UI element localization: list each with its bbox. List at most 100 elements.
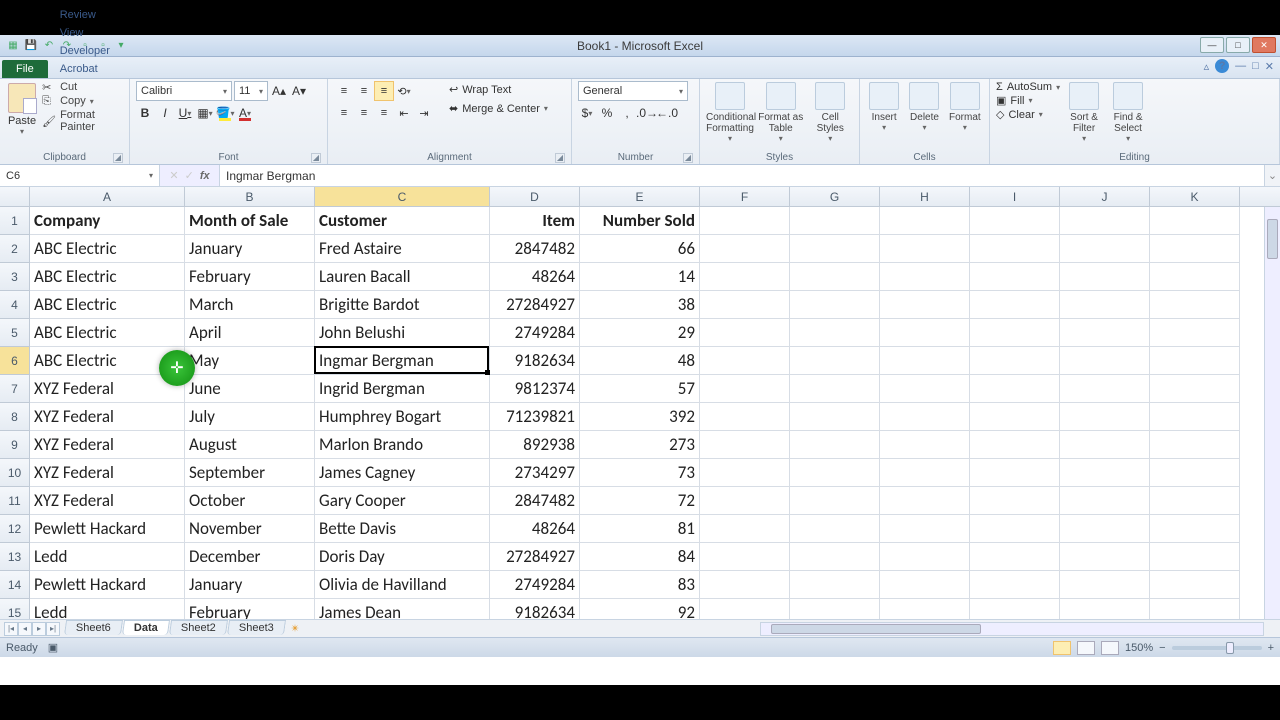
cell[interactable] xyxy=(970,431,1060,459)
cell[interactable]: XYZ Federal xyxy=(30,487,185,515)
cell[interactable]: ABC Electric xyxy=(30,319,185,347)
cell[interactable]: 73 xyxy=(580,459,700,487)
cell[interactable] xyxy=(1150,263,1240,291)
cell[interactable]: 81 xyxy=(580,515,700,543)
cancel-fx-icon[interactable]: ✕ xyxy=(169,169,178,182)
cell[interactable]: Doris Day xyxy=(315,543,490,571)
format-cells-button[interactable]: Format▾ xyxy=(947,81,983,132)
bold-button[interactable]: B xyxy=(136,103,154,123)
number-format-combo[interactable]: General▾ xyxy=(578,81,688,101)
column-header[interactable]: H xyxy=(880,187,970,206)
cell[interactable] xyxy=(970,207,1060,235)
cell[interactable] xyxy=(880,319,970,347)
cell[interactable] xyxy=(880,291,970,319)
cell[interactable]: 72 xyxy=(580,487,700,515)
cell[interactable] xyxy=(1060,207,1150,235)
cell[interactable]: 392 xyxy=(580,403,700,431)
horizontal-scrollbar[interactable] xyxy=(760,622,1264,636)
shrink-font-button[interactable]: A▾ xyxy=(290,81,308,101)
font-color-button[interactable]: A▾ xyxy=(236,103,254,123)
column-header[interactable]: A xyxy=(30,187,185,206)
wrap-text-button[interactable]: ↩Wrap Text xyxy=(444,81,553,98)
cell[interactable] xyxy=(1060,263,1150,291)
cell[interactable]: 9182634 xyxy=(490,347,580,375)
cell[interactable]: January xyxy=(185,235,315,263)
cell[interactable] xyxy=(880,571,970,599)
row-header[interactable]: 14 xyxy=(0,571,30,599)
cell[interactable]: Month of Sale xyxy=(185,207,315,235)
align-left-button[interactable]: ≡ xyxy=(334,103,354,123)
cell[interactable] xyxy=(700,375,790,403)
cell[interactable]: Company xyxy=(30,207,185,235)
tab-view[interactable]: View xyxy=(48,24,134,42)
column-header[interactable]: B xyxy=(185,187,315,206)
cell[interactable]: Gary Cooper xyxy=(315,487,490,515)
cell[interactable] xyxy=(700,571,790,599)
align-middle-button[interactable]: ≡ xyxy=(354,81,374,101)
cell[interactable] xyxy=(880,487,970,515)
minimize-button[interactable]: — xyxy=(1200,37,1224,53)
cell[interactable]: Pewlett Hackard xyxy=(30,515,185,543)
cell[interactable]: 48264 xyxy=(490,263,580,291)
sheet-nav-prev-icon[interactable]: ◂ xyxy=(18,622,32,636)
workbook-close-icon[interactable]: ✕ xyxy=(1265,60,1274,73)
cell[interactable] xyxy=(880,459,970,487)
row-header[interactable]: 6 xyxy=(0,347,30,375)
cell[interactable] xyxy=(1060,543,1150,571)
cell[interactable] xyxy=(880,207,970,235)
sheet-tab[interactable]: Sheet6 xyxy=(64,620,123,635)
cell[interactable] xyxy=(790,319,880,347)
row-header[interactable]: 12 xyxy=(0,515,30,543)
cell[interactable] xyxy=(1060,459,1150,487)
cell[interactable]: XYZ Federal xyxy=(30,431,185,459)
cell[interactable]: 84 xyxy=(580,543,700,571)
cell[interactable] xyxy=(790,431,880,459)
cell[interactable]: April xyxy=(185,319,315,347)
cell[interactable]: Ledd xyxy=(30,599,185,619)
macro-record-icon[interactable]: ▣ xyxy=(48,641,58,654)
cell[interactable] xyxy=(1060,571,1150,599)
sheet-nav-last-icon[interactable]: ▸| xyxy=(46,622,60,636)
cell[interactable]: 83 xyxy=(580,571,700,599)
cell[interactable]: August xyxy=(185,431,315,459)
cell[interactable]: James Cagney xyxy=(315,459,490,487)
fx-icon[interactable]: fx xyxy=(200,170,210,182)
cell[interactable] xyxy=(1150,487,1240,515)
close-button[interactable]: ✕ xyxy=(1252,37,1276,53)
align-top-button[interactable]: ≡ xyxy=(334,81,354,101)
cell[interactable]: 9812374 xyxy=(490,375,580,403)
cell[interactable] xyxy=(700,291,790,319)
column-header[interactable]: K xyxy=(1150,187,1240,206)
cell[interactable] xyxy=(790,291,880,319)
sort-filter-button[interactable]: Sort & Filter▾ xyxy=(1064,81,1104,143)
cell[interactable]: 48264 xyxy=(490,515,580,543)
format-as-table-button[interactable]: Format as Table▾ xyxy=(758,81,804,143)
orientation-button[interactable]: ⟲▾ xyxy=(394,81,414,101)
zoom-out-button[interactable]: − xyxy=(1159,642,1165,654)
cell[interactable] xyxy=(1150,459,1240,487)
sheet-nav-first-icon[interactable]: |◂ xyxy=(4,622,18,636)
merge-center-button[interactable]: ⬌Merge & Center▾ xyxy=(444,100,553,117)
cell[interactable] xyxy=(700,403,790,431)
column-header[interactable]: I xyxy=(970,187,1060,206)
cell[interactable]: 9182634 xyxy=(490,599,580,619)
copy-button[interactable]: ⎘Copy▾ xyxy=(42,95,123,107)
delete-cells-button[interactable]: Delete▾ xyxy=(906,81,942,132)
conditional-formatting-button[interactable]: Conditional Formatting▾ xyxy=(706,81,754,143)
cell[interactable]: ABC Electric xyxy=(30,291,185,319)
underline-button[interactable]: U▾ xyxy=(176,103,194,123)
cell[interactable] xyxy=(700,515,790,543)
maximize-button[interactable]: □ xyxy=(1226,37,1250,53)
cell[interactable] xyxy=(880,263,970,291)
cell[interactable] xyxy=(790,263,880,291)
cell[interactable] xyxy=(790,515,880,543)
cell[interactable] xyxy=(880,403,970,431)
cell[interactable] xyxy=(790,403,880,431)
launcher-icon[interactable]: ◢ xyxy=(683,153,693,163)
row-header[interactable]: 5 xyxy=(0,319,30,347)
cell[interactable] xyxy=(790,487,880,515)
zoom-in-button[interactable]: + xyxy=(1268,642,1274,654)
cell[interactable] xyxy=(700,263,790,291)
italic-button[interactable]: I xyxy=(156,103,174,123)
cell[interactable]: December xyxy=(185,543,315,571)
